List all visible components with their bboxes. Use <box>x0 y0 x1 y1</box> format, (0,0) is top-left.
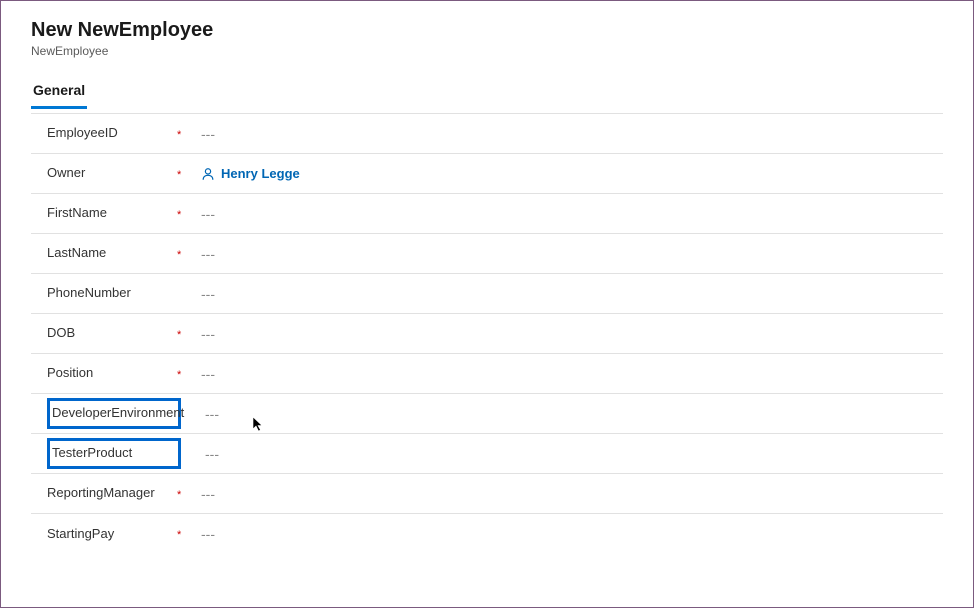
field-row-lastname: LastName * --- <box>31 234 943 274</box>
required-mark: * <box>177 127 193 141</box>
field-label-firstname: FirstName <box>47 195 177 232</box>
required-mark <box>181 453 197 455</box>
field-value-devenv[interactable]: --- <box>197 396 943 432</box>
field-value-owner[interactable]: Henry Legge <box>193 156 943 191</box>
field-label-employeeid: EmployeeID <box>47 115 177 152</box>
field-row-position: Position * --- <box>31 354 943 394</box>
field-row-dob: DOB * --- <box>31 314 943 354</box>
page-title: New NewEmployee <box>31 19 943 42</box>
required-mark: * <box>177 247 193 261</box>
field-value-lastname[interactable]: --- <box>193 236 943 272</box>
required-mark <box>177 293 193 295</box>
field-value-startingpay[interactable]: --- <box>193 516 943 552</box>
required-mark <box>181 413 197 415</box>
form-page: New NewEmployee NewEmployee General Empl… <box>1 1 973 584</box>
required-mark: * <box>177 207 193 221</box>
field-value-testerproduct[interactable]: --- <box>197 436 943 472</box>
owner-lookup-value[interactable]: Henry Legge <box>221 166 300 181</box>
field-value-phone[interactable]: --- <box>193 276 943 312</box>
required-mark: * <box>177 367 193 381</box>
field-value-employeeid[interactable]: --- <box>193 116 943 152</box>
entity-name: NewEmployee <box>31 44 943 58</box>
field-row-reportingmanager: ReportingManager * --- <box>31 474 943 514</box>
form-area: EmployeeID * --- Owner * Henry Legge Fir… <box>31 113 943 554</box>
field-row-testerproduct: TesterProduct --- <box>31 434 943 474</box>
required-mark: * <box>177 167 193 181</box>
tab-general[interactable]: General <box>31 76 87 109</box>
field-label-owner: Owner <box>47 155 177 192</box>
field-label-reportingmanager: ReportingManager <box>47 475 177 512</box>
field-value-position[interactable]: --- <box>193 356 943 392</box>
tab-bar: General <box>31 76 943 109</box>
field-row-phone: PhoneNumber --- <box>31 274 943 314</box>
field-label-position: Position <box>47 355 177 392</box>
field-label-phone: PhoneNumber <box>47 275 177 312</box>
field-label-testerproduct: TesterProduct <box>47 438 181 469</box>
field-value-dob[interactable]: --- <box>193 316 943 352</box>
field-row-devenv: DeveloperEnvironment --- <box>31 394 943 434</box>
field-label-devenv: DeveloperEnvironment <box>47 398 181 429</box>
field-row-owner: Owner * Henry Legge <box>31 154 943 194</box>
field-label-startingpay: StartingPay <box>47 516 177 553</box>
field-row-startingpay: StartingPay * --- <box>31 514 943 554</box>
field-label-lastname: LastName <box>47 235 177 272</box>
field-row-firstname: FirstName * --- <box>31 194 943 234</box>
field-value-firstname[interactable]: --- <box>193 196 943 232</box>
person-icon <box>201 167 215 181</box>
required-mark: * <box>177 487 193 501</box>
field-value-reportingmanager[interactable]: --- <box>193 476 943 512</box>
required-mark: * <box>177 327 193 341</box>
field-label-dob: DOB <box>47 315 177 352</box>
required-mark: * <box>177 527 193 541</box>
field-row-employeeid: EmployeeID * --- <box>31 114 943 154</box>
